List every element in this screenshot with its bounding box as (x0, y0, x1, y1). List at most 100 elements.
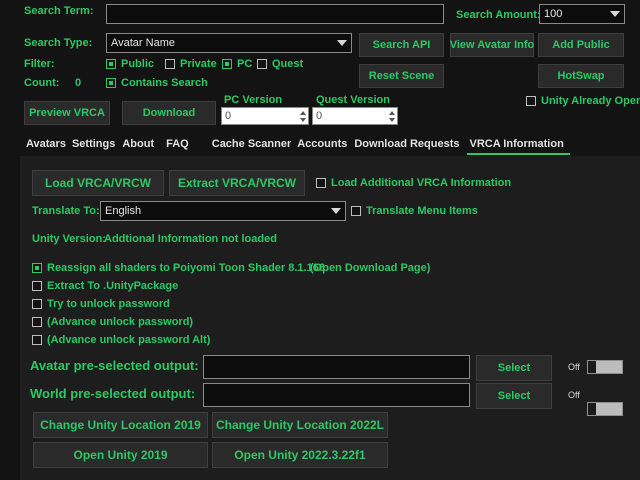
translate-language-select[interactable]: English (100, 201, 346, 221)
translate-menu-checkbox[interactable]: Translate Menu Items (351, 205, 478, 217)
tab-avatars[interactable]: Avatars (26, 138, 66, 155)
quest-version-spinner[interactable]: 0 (312, 107, 398, 125)
avatar-toggle-state: Off (568, 362, 580, 372)
tab-cache-scanner[interactable]: Cache Scanner (212, 138, 291, 155)
toggle-knob-icon (588, 403, 596, 415)
filter-quest-label: Quest (272, 58, 304, 70)
spinner-down-icon[interactable] (388, 117, 395, 122)
reset-scene-button[interactable]: Reset Scene (359, 64, 444, 88)
filter-label: Filter: (24, 58, 55, 70)
world-output-label: World pre-selected output: (30, 386, 196, 401)
count-label: Count: (24, 77, 60, 89)
pc-version-spinner[interactable]: 0 (221, 107, 309, 125)
reassign-shaders-label: Reassign all shaders to Poiyomi Toon Sha… (47, 262, 325, 274)
quest-version-value: 0 (316, 110, 323, 122)
open-unity-2019-button[interactable]: Open Unity 2019 (33, 442, 208, 468)
dropdown-arrow-icon (337, 40, 347, 46)
search-term-input[interactable] (106, 4, 444, 24)
checkbox-icon (526, 96, 536, 106)
search-amount-label: Search Amount: (456, 9, 541, 21)
world-output-select-button[interactable]: Select (476, 383, 552, 409)
tab-vrca-information[interactable]: VRCA Information (467, 138, 570, 155)
unity-already-open-checkbox[interactable]: Unity Already Open (526, 95, 640, 107)
checkbox-checked-icon (222, 59, 232, 69)
checkbox-icon (32, 335, 42, 345)
open-unity-2022-button[interactable]: Open Unity 2022.3.22f1 (212, 442, 388, 468)
spinner-up-icon[interactable] (388, 110, 395, 115)
load-vrca-button[interactable]: Load VRCA/VRCW (32, 170, 164, 196)
tab-bar: Avatars Settings About FAQ Cache Scanner… (26, 138, 570, 155)
download-button[interactable]: Download (122, 101, 216, 125)
search-amount-value: 100 (544, 8, 563, 20)
translate-language-value: English (105, 205, 142, 217)
search-type-select[interactable]: Avatar Name (106, 33, 352, 53)
checkbox-icon (32, 299, 42, 309)
filter-private-checkbox[interactable]: Private (165, 58, 217, 70)
filter-pc-checkbox[interactable]: PC (222, 58, 252, 70)
dropdown-arrow-icon (610, 11, 620, 17)
search-type-value: Avatar Name (111, 37, 175, 49)
search-api-button[interactable]: Search API (359, 33, 444, 57)
filter-quest-checkbox[interactable]: Quest (257, 58, 303, 70)
advance-unlock-alt-checkbox[interactable]: (Advance unlock password Alt) (32, 334, 210, 346)
avatar-output-input[interactable] (203, 355, 470, 379)
reassign-shaders-checkbox[interactable]: Reassign all shaders to Poiyomi Toon Sha… (32, 262, 325, 274)
try-unlock-checkbox[interactable]: Try to unlock password (32, 298, 170, 310)
unity-already-open-label: Unity Already Open (541, 95, 640, 107)
tab-download-requests[interactable]: Download Requests (354, 138, 459, 155)
world-output-input[interactable] (203, 383, 470, 407)
tab-faq[interactable]: FAQ (166, 138, 189, 155)
spinner-up-icon[interactable] (299, 110, 306, 115)
dropdown-arrow-icon (331, 208, 341, 214)
search-amount-select[interactable]: 100 (539, 4, 625, 24)
filter-public-checkbox[interactable]: Public (106, 58, 154, 70)
add-public-button[interactable]: Add Public (538, 33, 624, 57)
advance-unlock-checkbox[interactable]: (Advance unlock password) (32, 316, 193, 328)
checkbox-icon (351, 206, 361, 216)
load-additional-checkbox[interactable]: Load Additional VRCA Information (316, 177, 511, 189)
checkbox-checked-icon (106, 59, 116, 69)
contains-search-label: Contains Search (121, 77, 208, 89)
checkbox-icon (32, 317, 42, 327)
search-type-label: Search Type: (24, 37, 93, 49)
translate-menu-label: Translate Menu Items (366, 205, 478, 217)
checkbox-icon (165, 59, 175, 69)
hotswap-button[interactable]: HotSwap (538, 64, 624, 88)
spinner-down-icon[interactable] (299, 117, 306, 122)
checkbox-icon (257, 59, 267, 69)
search-term-label: Search Term: (24, 5, 94, 17)
checkbox-checked-icon (32, 263, 42, 273)
tab-settings[interactable]: Settings (72, 138, 115, 155)
spinner-arrows[interactable] (298, 109, 307, 123)
try-unlock-label: Try to unlock password (47, 298, 170, 310)
avatar-output-toggle[interactable] (587, 360, 623, 374)
avatar-output-select-button[interactable]: Select (476, 355, 552, 381)
spinner-arrows[interactable] (387, 109, 396, 123)
toggle-knob-icon (588, 361, 596, 373)
checkbox-icon (32, 281, 42, 291)
contains-search-checkbox[interactable]: Contains Search (106, 77, 208, 89)
world-toggle-state: Off (568, 390, 580, 400)
tab-about[interactable]: About (122, 138, 154, 155)
load-additional-label: Load Additional VRCA Information (331, 177, 512, 189)
checkbox-checked-icon (106, 78, 116, 88)
view-avatar-info-button[interactable]: View Avatar Info (450, 33, 534, 57)
extract-unitypackage-label: Extract To .UnityPackage (47, 280, 179, 292)
advance-unlock-alt-label: (Advance unlock password Alt) (47, 334, 211, 346)
unity-version-label: Unity Version: (32, 233, 106, 245)
filter-pc-label: PC (237, 58, 253, 70)
checkbox-icon (316, 178, 326, 188)
avatar-output-label: Avatar pre-selected output: (30, 358, 199, 373)
unity-version-value: Addtional Information not loaded (104, 233, 277, 245)
open-download-page-link[interactable]: (Open Download Page) (310, 262, 430, 274)
world-output-toggle[interactable] (587, 402, 623, 416)
preview-vrca-button[interactable]: Preview VRCA (24, 101, 110, 125)
count-value: 0 (75, 77, 82, 89)
extract-vrca-button[interactable]: Extract VRCA/VRCW (169, 170, 305, 196)
change-unity-2019-button[interactable]: Change Unity Location 2019 (33, 412, 208, 438)
tab-accounts[interactable]: Accounts (297, 138, 347, 155)
advance-unlock-label: (Advance unlock password) (47, 316, 194, 328)
extract-unitypackage-checkbox[interactable]: Extract To .UnityPackage (32, 280, 178, 292)
pc-version-value: 0 (225, 110, 232, 122)
change-unity-2022-button[interactable]: Change Unity Location 2022L (212, 412, 388, 438)
